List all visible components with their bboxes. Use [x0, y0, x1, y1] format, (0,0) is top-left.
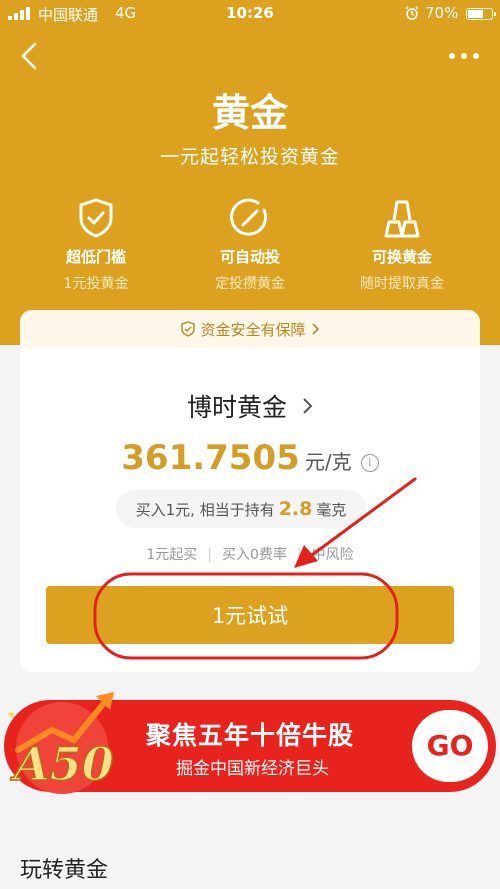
auto-invest-icon	[230, 198, 268, 236]
shield-check-icon	[79, 198, 113, 238]
feature-desc: 定投攒黄金	[215, 276, 285, 292]
gold-price: 361.7505	[121, 438, 300, 478]
banner-title: 聚焦五年十倍牛股	[146, 721, 355, 750]
fund-tags: 1元起买 | 买入0费率 | 中风险	[20, 544, 480, 564]
tag-separator: |	[207, 547, 212, 563]
try-one-yuan-button[interactable]: 1元试试	[46, 586, 454, 644]
fund-name-link[interactable]: 博时黄金	[20, 388, 480, 424]
equiv-prefix: 买入1元, 相当于持有	[135, 501, 275, 519]
page-title: 黄金	[211, 91, 288, 135]
battery-fill	[468, 10, 483, 18]
shield-icon	[181, 321, 196, 337]
section-title: 玩转黄金	[20, 858, 109, 883]
security-note-text: 资金安全有保障	[200, 320, 306, 339]
feature-name: 可换黄金	[371, 248, 432, 266]
tag-separator: |	[296, 547, 302, 563]
more-options-button[interactable]	[444, 44, 484, 68]
feature-gold-exchange: 可换黄金 随时提取真金	[322, 196, 482, 293]
battery-icon	[466, 8, 496, 20]
equiv-unit: 毫克	[316, 501, 347, 519]
status-bar: 中国联通 4G 10:26 70%	[0, 0, 500, 28]
security-note-link[interactable]: 资金安全有保障	[20, 310, 480, 348]
price-unit: 元/克	[304, 450, 352, 474]
promo-banner[interactable]: A50 聚焦五年十倍牛股 掘金中国新经济巨头 GO	[0, 690, 500, 802]
a50-logo: A50	[8, 692, 114, 794]
feature-auto-invest: 可自动投 定投攒黄金	[170, 196, 330, 293]
gold-bar-icon	[384, 200, 420, 238]
equivalent-amount: 买入1元, 相当于持有 2.8 毫克	[116, 490, 366, 528]
info-icon[interactable]: i	[360, 454, 379, 472]
battery-percent: 70%	[425, 4, 459, 22]
logo-letter: A50	[10, 737, 114, 791]
alarm-icon	[405, 6, 419, 20]
feature-desc: 1元投黄金	[63, 276, 129, 292]
fund-name: 博时黄金	[187, 393, 288, 422]
fund-card: 资金安全有保障 博时黄金 361.7505 元/克 i 买入1元, 相当于持有 2…	[20, 310, 480, 672]
chevron-right-icon	[311, 323, 319, 335]
back-button[interactable]	[14, 40, 46, 72]
feature-low-threshold: 超低门槛 1元投黄金	[16, 196, 176, 293]
go-button[interactable]: GO	[412, 710, 488, 782]
tag-zero-fee: 买入0费率	[222, 547, 287, 563]
feature-desc: 随时提取真金	[360, 276, 444, 292]
hero-header	[0, 0, 500, 345]
tag-min-buy: 1元起买	[146, 547, 198, 563]
feature-name: 可自动投	[219, 248, 280, 266]
tag-risk-level: 中风险	[311, 547, 354, 563]
chevron-right-icon	[303, 398, 313, 414]
page-subtitle: 一元起轻松投资黄金	[159, 146, 340, 168]
feature-name: 超低门槛	[65, 248, 126, 266]
equiv-amount: 2.8	[278, 498, 313, 520]
price-row: 361.7505 元/克 i	[20, 438, 480, 478]
banner-subtitle: 掘金中国新经济巨头	[176, 759, 329, 779]
